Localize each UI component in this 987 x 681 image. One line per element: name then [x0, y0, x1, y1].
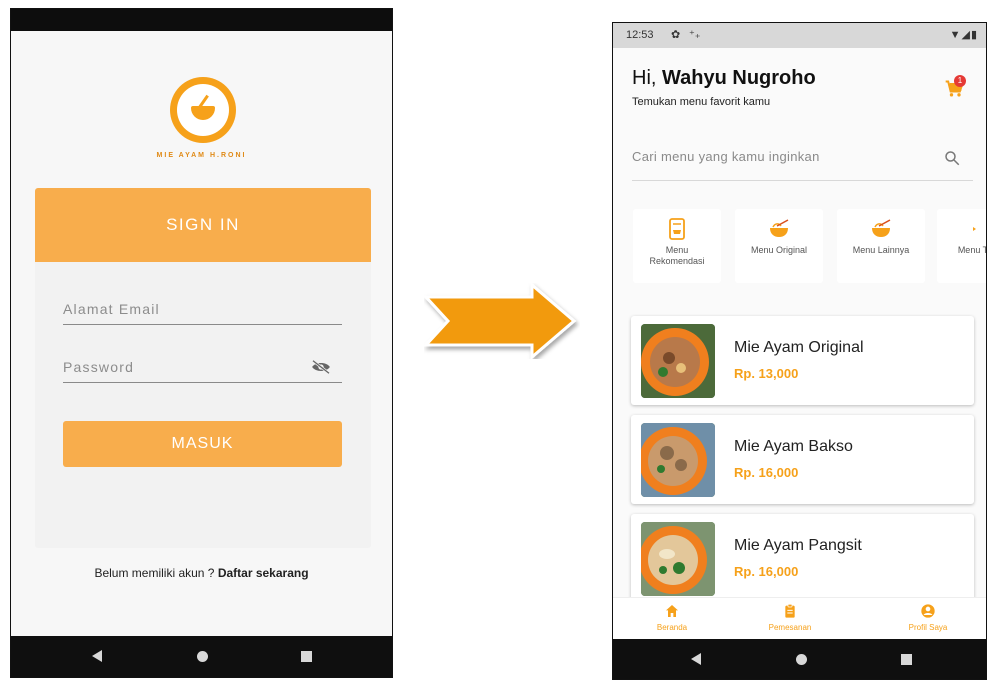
- login-button[interactable]: MASUK: [63, 421, 342, 467]
- category-label: Menu T: [957, 245, 987, 255]
- nav-pemesanan[interactable]: Pemesanan: [735, 601, 845, 632]
- back-icon[interactable]: [92, 650, 102, 662]
- status-bar: 12:53 ✿ ⁺₊ ▼◢▮: [613, 23, 986, 48]
- account-icon: [921, 604, 935, 618]
- clipboard-icon: [785, 604, 795, 618]
- menu-item[interactable]: Mie Ayam Original Rp. 13,000: [631, 316, 974, 405]
- bottom-navigation: Beranda Pemesanan Profil Saya: [613, 597, 986, 641]
- cart-badge: 1: [954, 75, 966, 87]
- home-screen: 12:53 ✿ ⁺₊ ▼◢▮ Hi, Wahyu Nugroho Temukan…: [612, 22, 987, 680]
- nav-label: Profil Saya: [908, 623, 948, 632]
- item-price: Rp. 16,000: [734, 564, 799, 579]
- recent-apps-icon[interactable]: [301, 651, 312, 662]
- food-photo: [641, 522, 715, 596]
- home-icon: [666, 605, 678, 617]
- menu-icon: [973, 227, 976, 231]
- search-icon[interactable]: [943, 149, 961, 167]
- user-name: Wahyu Nugroho: [662, 67, 816, 89]
- item-name: Mie Ayam Bakso: [734, 438, 853, 455]
- sign-in-card: SIGN IN Alamat Email Password MASUK: [35, 188, 371, 548]
- password-placeholder: Password: [63, 359, 135, 375]
- noodle-bowl-icon: [770, 219, 789, 237]
- nav-profil[interactable]: Profil Saya: [873, 601, 983, 632]
- android-nav-bar: [11, 636, 392, 677]
- back-icon[interactable]: [691, 653, 701, 665]
- recommendation-icon: [669, 218, 685, 240]
- sign-in-header: SIGN IN: [35, 188, 371, 262]
- search-input[interactable]: Cari menu yang kamu inginkan: [632, 141, 973, 181]
- category-label: Menu Lainnya: [852, 245, 910, 255]
- category-original[interactable]: Menu Original: [735, 209, 823, 283]
- visibility-off-icon[interactable]: [310, 359, 332, 375]
- brand-name: MIE AYAM H.RONI: [156, 152, 247, 159]
- noodle-bowl-icon: [872, 219, 891, 237]
- food-photo: [641, 423, 715, 497]
- email-field[interactable]: Alamat Email: [63, 295, 342, 325]
- nav-label: Beranda: [656, 623, 688, 632]
- signup-prompt: Belum memiliki akun ?: [94, 566, 215, 580]
- network-status-icon: ⁺₊: [689, 29, 701, 41]
- subtitle: Temukan menu favorit kamu: [632, 96, 771, 108]
- nav-beranda[interactable]: Beranda: [617, 601, 727, 632]
- signup-link[interactable]: Daftar sekarang: [218, 566, 309, 580]
- category-rekomendasi[interactable]: Menu Rekomendasi: [633, 209, 721, 283]
- brand-logo: [170, 77, 236, 143]
- category-label: Menu Original: [750, 245, 808, 255]
- signal-battery-icon: ▼◢▮: [949, 29, 978, 41]
- search-placeholder: Cari menu yang kamu inginkan: [632, 149, 820, 164]
- category-label: Menu Rekomendasi: [649, 245, 705, 266]
- item-name: Mie Ayam Original: [734, 339, 864, 356]
- item-price: Rp. 13,000: [734, 366, 799, 381]
- email-placeholder: Alamat Email: [63, 301, 160, 317]
- greeting: Hi, Wahyu Nugroho: [632, 67, 816, 90]
- item-price: Rp. 16,000: [734, 465, 799, 480]
- menu-item[interactable]: Mie Ayam Bakso Rp. 16,000: [631, 415, 974, 504]
- android-nav-bar: [613, 639, 986, 679]
- status-time: 12:53: [626, 29, 654, 41]
- home-circle-icon[interactable]: [796, 654, 807, 665]
- nav-label: Pemesanan: [768, 623, 812, 632]
- greeting-prefix: Hi,: [632, 67, 662, 89]
- category-lainnya[interactable]: Menu Lainnya: [837, 209, 925, 283]
- login-screen: MIE AYAM H.RONI SIGN IN Alamat Email Pas…: [10, 8, 393, 678]
- status-bar: [11, 9, 392, 31]
- transition-arrow-icon: [424, 283, 577, 359]
- signup-row: Belum memiliki akun ? Daftar sekarang: [11, 566, 392, 580]
- item-name: Mie Ayam Pangsit: [734, 537, 862, 554]
- category-menu-t[interactable]: Menu T: [937, 209, 986, 283]
- menu-item[interactable]: Mie Ayam Pangsit Rp. 16,000: [631, 514, 974, 603]
- recent-apps-icon[interactable]: [901, 654, 912, 665]
- settings-status-icon: ✿: [671, 29, 681, 41]
- food-photo: [641, 324, 715, 398]
- password-field[interactable]: Password: [63, 353, 342, 383]
- home-circle-icon[interactable]: [197, 651, 208, 662]
